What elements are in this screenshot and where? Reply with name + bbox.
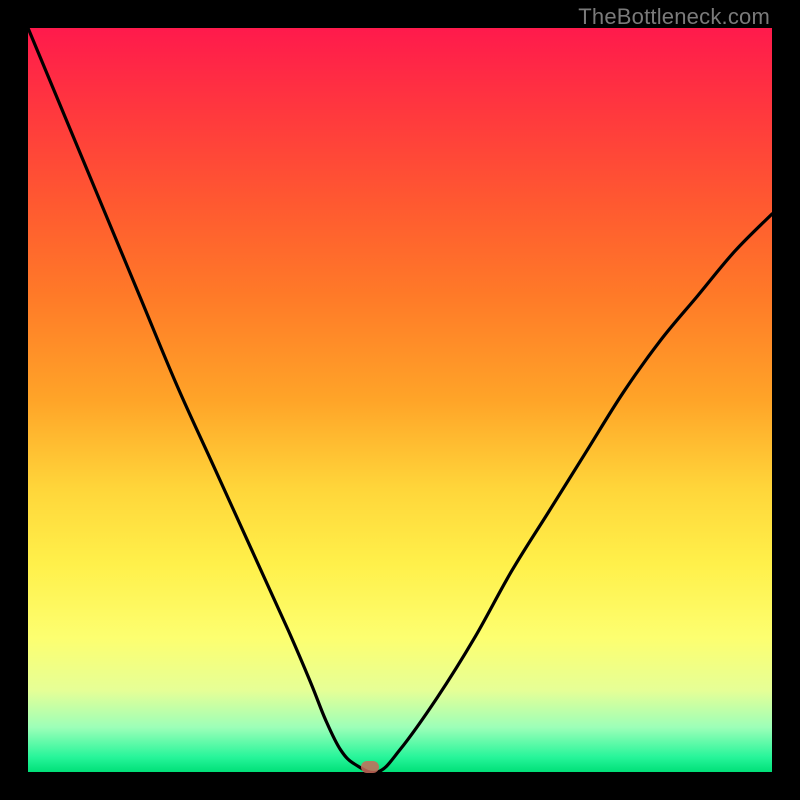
bottleneck-curve — [28, 28, 772, 772]
optimal-point-marker — [361, 761, 379, 773]
watermark-text: TheBottleneck.com — [578, 4, 770, 30]
